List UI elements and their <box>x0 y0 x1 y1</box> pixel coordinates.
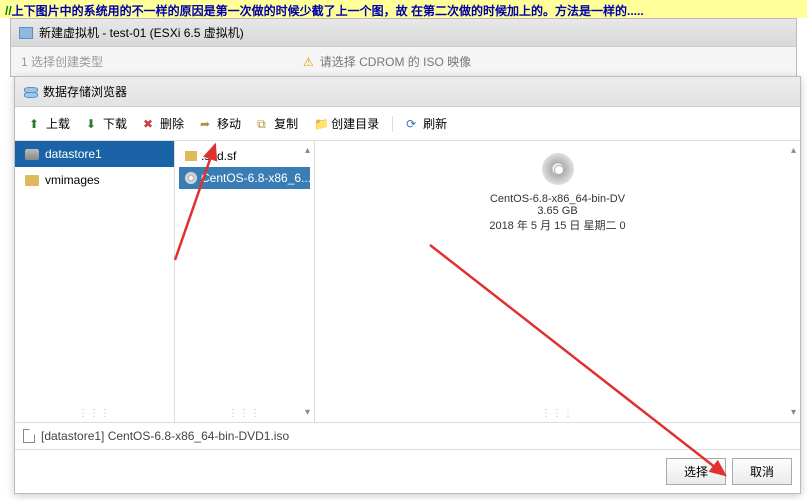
select-button[interactable]: 选择 <box>666 458 726 485</box>
wizard-step-label: 1 选择创建类型 <box>21 53 103 70</box>
scroll-down-icon[interactable]: ▾ <box>791 407 796 418</box>
detail-filesize: 3.65 GB <box>537 205 577 217</box>
scroll-up-icon[interactable]: ▴ <box>305 145 310 156</box>
download-icon: ⬇ <box>86 117 100 131</box>
detail-filedate: 2018 年 5 月 15 日 星期二 0 <box>489 217 625 233</box>
wizard-warning-text: 请选择 CDROM 的 ISO 映像 <box>320 53 471 70</box>
pane-drag-handle-icon[interactable]: ⋮⋮⋮ <box>78 408 111 419</box>
pane-drag-handle-icon[interactable]: ⋮⋮⋮ <box>228 408 261 419</box>
folder-icon <box>185 151 197 161</box>
download-button[interactable]: ⬇ 下载 <box>80 112 133 135</box>
pane-drag-handle-icon[interactable]: ⋮⋮⋮ <box>541 408 574 419</box>
upload-icon: ⬆ <box>29 117 43 131</box>
refresh-button[interactable]: ⟳ 刷新 <box>400 112 453 135</box>
datastore-browser-dialog: 数据存储浏览器 ⬆ 上载 ⬇ 下载 ✖ 删除 ➦ 移动 ⧉ 复制 📁 创建目录 … <box>14 76 801 494</box>
wizard-warning-row: ⚠ 请选择 CDROM 的 ISO 映像 <box>303 53 471 70</box>
dialog-title-text: 数据存储浏览器 <box>43 83 127 100</box>
move-label: 移动 <box>217 115 241 132</box>
refresh-label: 刷新 <box>423 115 447 132</box>
delete-button[interactable]: ✖ 删除 <box>137 112 190 135</box>
file-detail-pane: ▴ CentOS-6.8-x86_64-bin-DV 3.65 GB 2018 … <box>315 141 800 422</box>
status-bar: [datastore1] CentOS-6.8-x86_64-bin-DVD1.… <box>15 422 800 449</box>
vm-wizard-subheader: 1 选择创建类型 ⚠ 请选择 CDROM 的 ISO 映像 <box>11 47 796 76</box>
toolbar-separator <box>392 116 393 132</box>
copy-button[interactable]: ⧉ 复制 <box>251 112 304 135</box>
list-item-label: CentOS-6.8-x86_6... <box>201 171 310 185</box>
upload-label: 上载 <box>46 115 70 132</box>
newdir-button[interactable]: 📁 创建目录 <box>308 112 385 135</box>
move-icon: ➦ <box>200 117 214 131</box>
tree-item-vmimages[interactable]: vmimages <box>15 167 174 193</box>
vm-wizard-title-bar: 新建虚拟机 - test-01 (ESXi 6.5 虚拟机) <box>11 19 796 47</box>
vm-icon <box>19 27 33 39</box>
refresh-icon: ⟳ <box>406 117 420 131</box>
newdir-label: 创建目录 <box>331 115 379 132</box>
folder-icon: 📁 <box>314 117 328 131</box>
delete-icon: ✖ <box>143 117 157 131</box>
list-item-centos-iso[interactable]: CentOS-6.8-x86_6... <box>179 167 310 189</box>
download-label: 下载 <box>103 115 127 132</box>
disc-large-icon <box>542 153 574 185</box>
upload-button[interactable]: ⬆ 上载 <box>23 112 76 135</box>
copy-icon: ⧉ <box>257 117 271 131</box>
datastore-icon <box>23 85 37 99</box>
delete-label: 删除 <box>160 115 184 132</box>
list-item-label: .sdd.sf <box>201 149 236 163</box>
scroll-up-icon[interactable]: ▴ <box>791 145 796 156</box>
tree-item-label: datastore1 <box>45 147 102 161</box>
copy-label: 复制 <box>274 115 298 132</box>
dialog-content: datastore1 vmimages ⋮⋮⋮ ▴ .sdd.sf CentOS… <box>15 141 800 422</box>
file-icon <box>23 429 35 443</box>
disc-icon <box>185 172 197 184</box>
dialog-toolbar: ⬆ 上载 ⬇ 下载 ✖ 删除 ➦ 移动 ⧉ 复制 📁 创建目录 ⟳ 刷新 <box>15 107 800 141</box>
move-button[interactable]: ➦ 移动 <box>194 112 247 135</box>
vm-wizard-title: 新建虚拟机 - test-01 (ESXi 6.5 虚拟机) <box>39 24 244 41</box>
datastore-tree-pane: datastore1 vmimages ⋮⋮⋮ <box>15 141 175 422</box>
detail-filename: CentOS-6.8-x86_64-bin-DV <box>490 193 625 205</box>
tree-item-datastore1[interactable]: datastore1 <box>15 141 174 167</box>
dialog-title-bar: 数据存储浏览器 <box>15 77 800 107</box>
tree-item-label: vmimages <box>45 173 100 187</box>
annotation-bar: //上下图片中的系统用的不一样的原因是第一次做的时候少截了上一个图，故 在第二次… <box>0 0 807 18</box>
scroll-down-icon[interactable]: ▾ <box>305 407 310 418</box>
cancel-button[interactable]: 取消 <box>732 458 792 485</box>
vm-wizard-window: 新建虚拟机 - test-01 (ESXi 6.5 虚拟机) 1 选择创建类型 … <box>10 18 797 77</box>
file-list-pane: ▴ .sdd.sf CentOS-6.8-x86_6... ▾ ⋮⋮⋮ <box>175 141 315 422</box>
dialog-button-bar: 选择 取消 <box>15 449 800 493</box>
list-item-sddsf[interactable]: .sdd.sf <box>179 145 310 167</box>
warning-icon: ⚠ <box>303 55 314 69</box>
status-path: [datastore1] CentOS-6.8-x86_64-bin-DVD1.… <box>41 429 289 443</box>
